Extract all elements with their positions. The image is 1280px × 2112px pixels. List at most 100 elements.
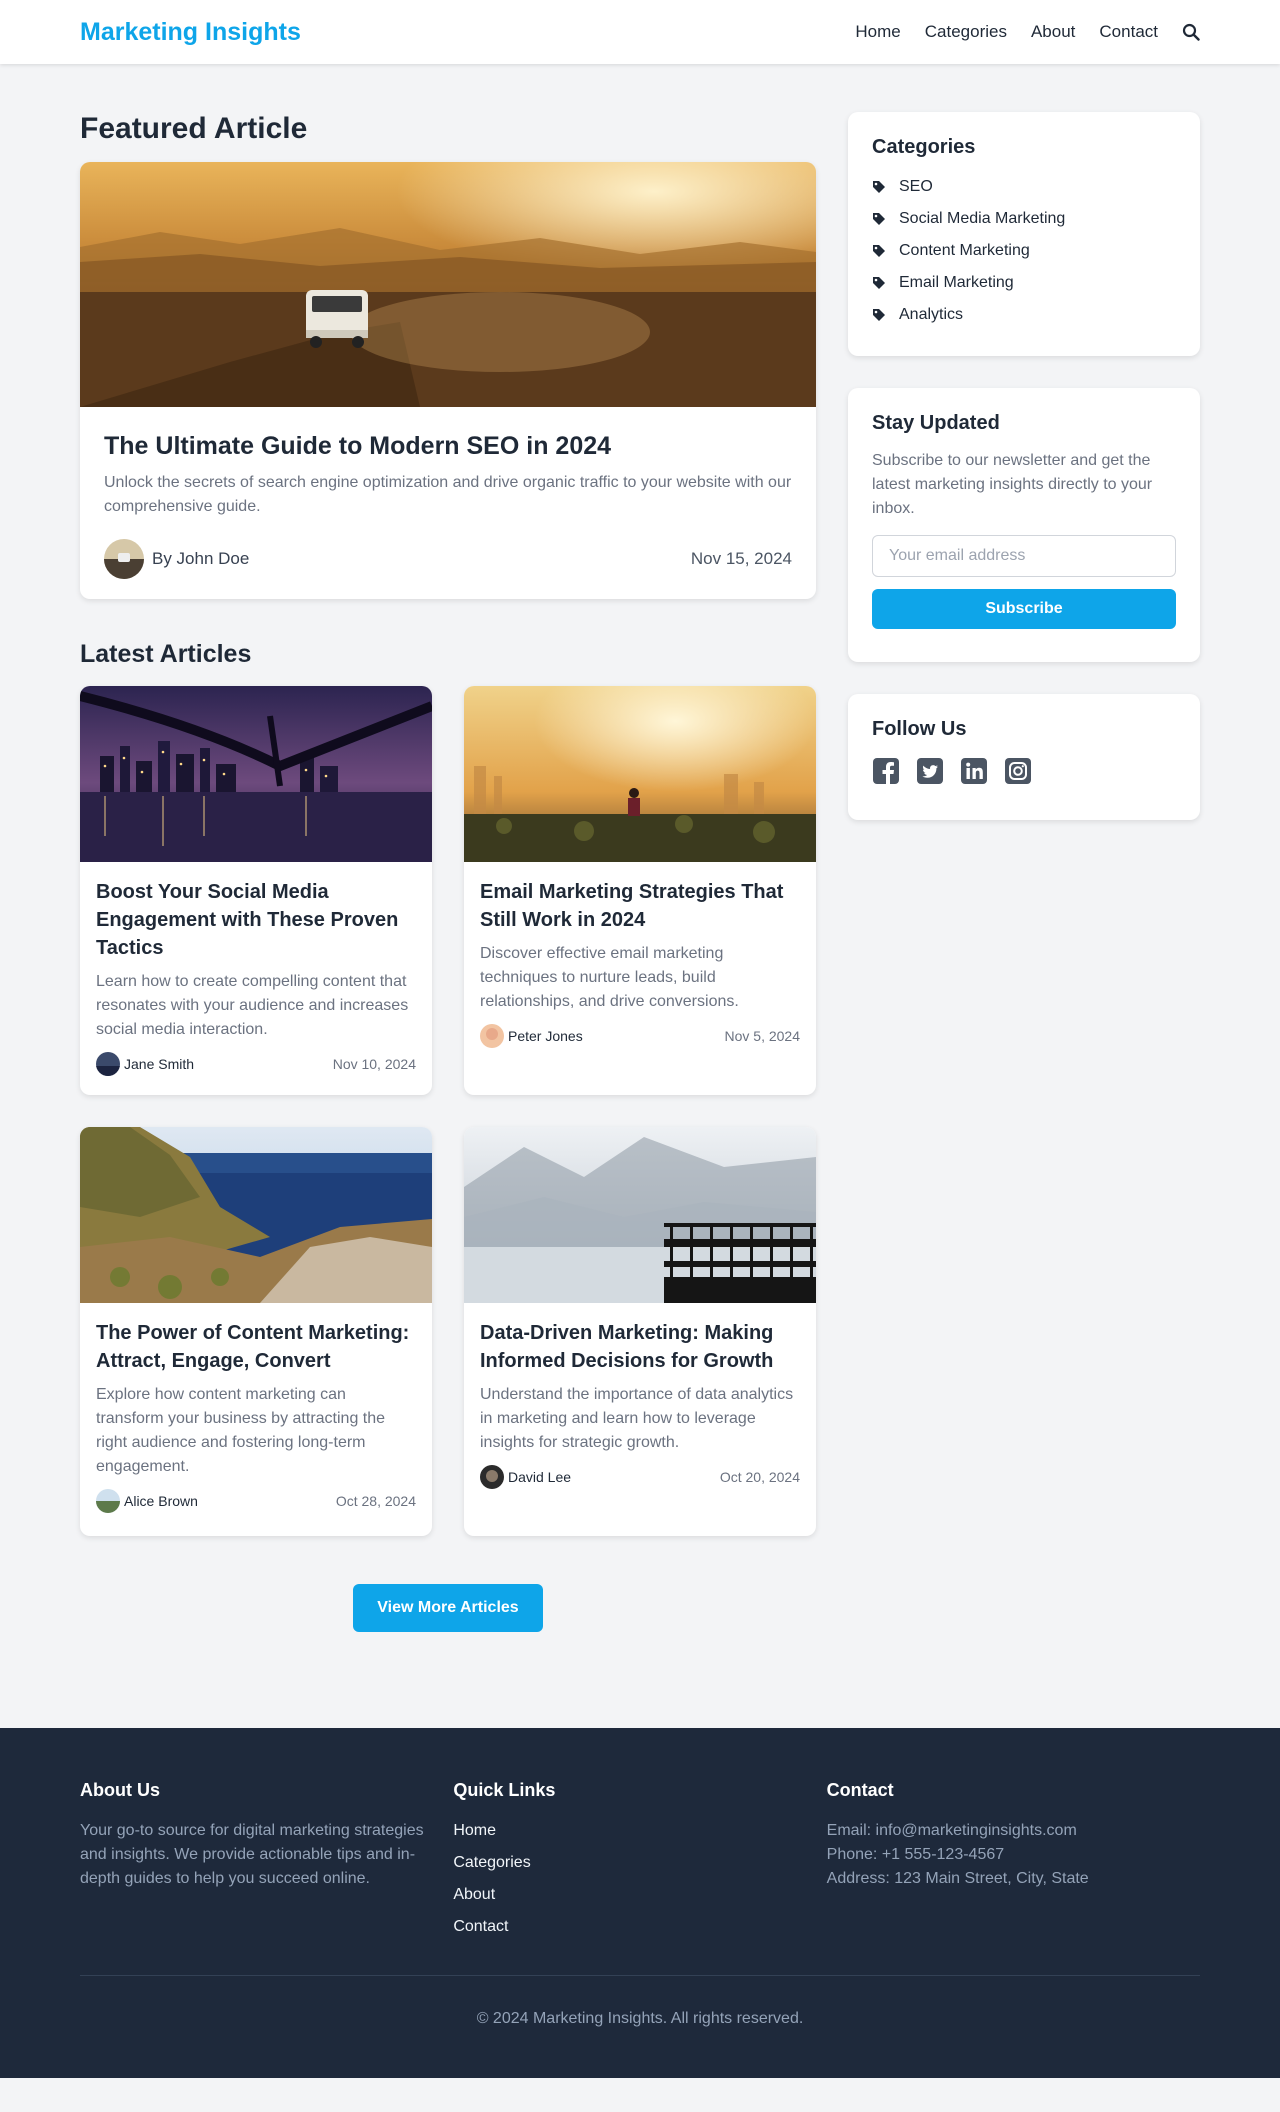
social-links bbox=[872, 757, 1176, 785]
category-item-analytics[interactable]: Analytics bbox=[872, 299, 1176, 331]
article-title[interactable]: Boost Your Social Media Engagement with … bbox=[96, 878, 416, 962]
article-card[interactable]: The Power of Content Marketing: Attract,… bbox=[80, 1127, 432, 1536]
footer-contact-phone: Phone: +1 555-123-4567 bbox=[826, 1846, 1005, 1863]
instagram-icon[interactable] bbox=[1004, 757, 1032, 785]
main-content: Featured Article The Ultimate Guide to M… bbox=[80, 64, 816, 1728]
article-title[interactable]: Data-Driven Marketing: Making Informed D… bbox=[480, 1319, 800, 1375]
category-list: SEO Social Media Marketing Content Marke… bbox=[872, 171, 1176, 331]
category-item-content-marketing[interactable]: Content Marketing bbox=[872, 235, 1176, 267]
newsletter-title: Stay Updated bbox=[872, 412, 1000, 434]
featured-article-image[interactable] bbox=[80, 162, 816, 407]
nav-about[interactable]: About bbox=[1031, 22, 1075, 42]
twitter-icon[interactable] bbox=[916, 757, 944, 785]
nav-categories[interactable]: Categories bbox=[925, 22, 1007, 42]
featured-article-excerpt: Unlock the secrets of search engine opti… bbox=[104, 474, 792, 515]
tag-icon bbox=[872, 308, 886, 322]
sidebar: Categories SEO Social Media Marketing Co… bbox=[848, 64, 1200, 1728]
footer-contact-title: Contact bbox=[826, 1780, 894, 1800]
article-date: Nov 10, 2024 bbox=[332, 1056, 416, 1072]
footer-contact-address: Address: 123 Main Street, City, State bbox=[826, 1870, 1089, 1887]
tag-icon bbox=[872, 180, 886, 194]
article-date: Nov 15, 2024 bbox=[690, 549, 792, 568]
site-footer: About Us Your go-to source for digital m… bbox=[0, 1728, 1280, 2078]
article-card[interactable]: Email Marketing Strategies That Still Wo… bbox=[464, 686, 816, 1095]
footer-links-list: Home Categories About Contact bbox=[453, 1819, 826, 1947]
article-author: Alice Brown bbox=[96, 1489, 198, 1513]
featured-article-author: By John Doe bbox=[104, 539, 249, 579]
category-label: Content Marketing bbox=[899, 242, 1030, 259]
footer-link-home[interactable]: Home bbox=[453, 1822, 496, 1839]
article-image[interactable] bbox=[464, 1127, 816, 1303]
article-excerpt: Learn how to create compelling content t… bbox=[96, 973, 409, 1038]
site-header: Marketing Insights Home Categories About… bbox=[0, 0, 1280, 64]
footer-link-about[interactable]: About bbox=[453, 1886, 495, 1903]
site-logo[interactable]: Marketing Insights bbox=[80, 18, 301, 47]
category-item-email-marketing[interactable]: Email Marketing bbox=[872, 267, 1176, 299]
article-card[interactable]: Boost Your Social Media Engagement with … bbox=[80, 686, 432, 1095]
footer-about: About Us Your go-to source for digital m… bbox=[80, 1780, 453, 1947]
article-excerpt: Understand the importance of data analyt… bbox=[480, 1386, 794, 1451]
footer-contact-email: Email: info@marketinginsights.com bbox=[826, 1822, 1077, 1839]
author-name: By John Doe bbox=[152, 549, 250, 568]
author-name: Peter Jones bbox=[508, 1028, 583, 1044]
category-label: SEO bbox=[899, 178, 933, 195]
article-image[interactable] bbox=[80, 1127, 432, 1303]
article-title[interactable]: Email Marketing Strategies That Still Wo… bbox=[480, 878, 800, 934]
view-more-wrapper: View More Articles bbox=[80, 1584, 816, 1632]
tag-icon bbox=[872, 212, 886, 226]
nav-contact[interactable]: Contact bbox=[1099, 22, 1158, 42]
email-field[interactable] bbox=[872, 535, 1176, 577]
author-name: Alice Brown bbox=[124, 1493, 198, 1509]
nav-home[interactable]: Home bbox=[855, 22, 900, 42]
footer-contact: Contact Email: info@marketinginsights.co… bbox=[827, 1780, 1200, 1947]
article-author: Peter Jones bbox=[480, 1024, 583, 1048]
avatar bbox=[480, 1465, 504, 1489]
follow-us-card: Follow Us bbox=[848, 694, 1200, 820]
article-title[interactable]: The Power of Content Marketing: Attract,… bbox=[96, 1319, 416, 1375]
page-container: Featured Article The Ultimate Guide to M… bbox=[80, 64, 1200, 1728]
categories-title: Categories bbox=[872, 136, 976, 158]
avatar bbox=[96, 1052, 120, 1076]
article-date: Nov 5, 2024 bbox=[724, 1028, 801, 1044]
tag-icon bbox=[872, 276, 886, 290]
article-card[interactable]: Data-Driven Marketing: Making Informed D… bbox=[464, 1127, 816, 1536]
categories-card: Categories SEO Social Media Marketing Co… bbox=[848, 112, 1200, 356]
main-nav: Home Categories About Contact bbox=[831, 22, 1200, 42]
copyright-text: © 2024 Marketing Insights. All rights re… bbox=[476, 2010, 804, 2027]
footer-about-title: About Us bbox=[80, 1780, 160, 1800]
search-icon[interactable] bbox=[1182, 23, 1200, 41]
avatar bbox=[96, 1489, 120, 1513]
article-image[interactable] bbox=[80, 686, 432, 862]
footer-link-categories[interactable]: Categories bbox=[453, 1854, 530, 1871]
article-image[interactable] bbox=[464, 686, 816, 862]
avatar bbox=[480, 1024, 504, 1048]
latest-articles-grid: Boost Your Social Media Engagement with … bbox=[80, 686, 816, 1568]
category-label: Social Media Marketing bbox=[899, 210, 1066, 227]
article-date: Oct 28, 2024 bbox=[335, 1493, 416, 1509]
tag-icon bbox=[872, 244, 886, 258]
author-name: David Lee bbox=[508, 1469, 572, 1485]
subscribe-button[interactable]: Subscribe bbox=[872, 589, 1176, 629]
category-label: Email Marketing bbox=[899, 274, 1014, 291]
category-item-seo[interactable]: SEO bbox=[872, 171, 1176, 203]
view-more-articles-button[interactable]: View More Articles bbox=[353, 1584, 543, 1632]
footer-link-contact[interactable]: Contact bbox=[453, 1918, 508, 1935]
category-item-social-media-marketing[interactable]: Social Media Marketing bbox=[872, 203, 1176, 235]
featured-article-card[interactable]: The Ultimate Guide to Modern SEO in 2024… bbox=[80, 162, 816, 599]
article-excerpt: Explore how content marketing can transf… bbox=[96, 1386, 386, 1475]
footer-quick-links: Quick Links Home Categories About Contac… bbox=[453, 1780, 826, 1947]
category-label: Analytics bbox=[899, 306, 964, 323]
linkedin-icon[interactable] bbox=[960, 757, 988, 785]
featured-section-title: Featured Article bbox=[80, 112, 308, 145]
featured-article-title[interactable]: The Ultimate Guide to Modern SEO in 2024 bbox=[104, 431, 792, 461]
latest-section-title: Latest Articles bbox=[80, 640, 252, 668]
footer-quick-links-title: Quick Links bbox=[453, 1780, 556, 1800]
article-excerpt: Discover effective email marketing techn… bbox=[480, 945, 739, 1010]
article-author: David Lee bbox=[480, 1465, 571, 1489]
newsletter-card: Stay Updated Subscribe to our newsletter… bbox=[848, 388, 1200, 662]
facebook-icon[interactable] bbox=[872, 757, 900, 785]
article-date: Oct 20, 2024 bbox=[719, 1469, 800, 1485]
article-author: Jane Smith bbox=[96, 1052, 194, 1076]
avatar bbox=[104, 539, 144, 579]
footer-about-text: Your go-to source for digital marketing … bbox=[80, 1822, 424, 1887]
